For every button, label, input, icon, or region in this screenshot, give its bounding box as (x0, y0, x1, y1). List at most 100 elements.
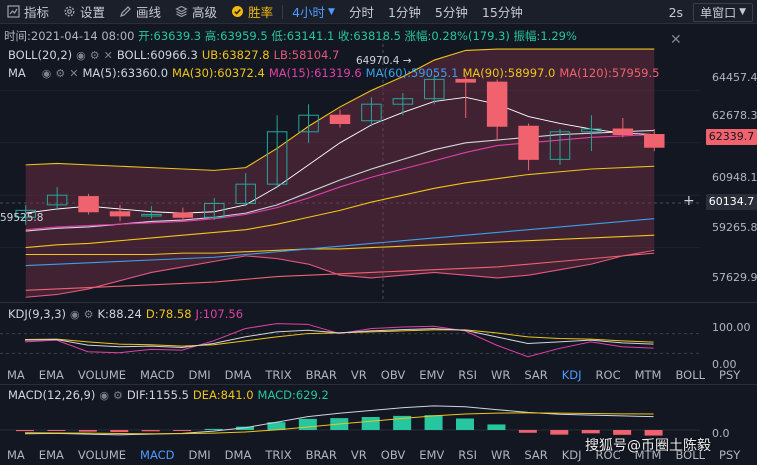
kdj-j-line (24, 323, 654, 358)
refresh-rate[interactable]: 2s (659, 5, 693, 20)
interval-option-1m[interactable]: 1分钟 (381, 0, 428, 24)
top-toolbar: 指标 设置 画线 高级 胜率 4小时 ▼ 分时 1分钟 5分钟 15分钟 2s (0, 0, 757, 24)
indicator-tab-emv[interactable]: EMV (412, 368, 451, 382)
indicator-tab-boll[interactable]: BOLL (668, 368, 712, 382)
winrate-button[interactable]: 胜率 (224, 0, 280, 24)
draw-line-button[interactable]: 画线 (112, 0, 168, 24)
watermark: 搜狐号@币圈土陈毅 (585, 438, 711, 454)
candle-body (78, 196, 99, 213)
settings-button[interactable]: 设置 (56, 0, 112, 24)
indicator-tab-ema[interactable]: EMA (32, 368, 71, 382)
info-amplitude: 振幅:1.29% (513, 29, 577, 43)
cursor-price-tag: 60134.7 (706, 194, 757, 210)
info-close: 收:63818.5 (337, 29, 401, 43)
close-icon[interactable]: ✕ (104, 49, 113, 62)
indicator-tab-ema[interactable]: EMA (32, 448, 71, 462)
macd-histogram-bar (581, 430, 600, 434)
interval-label: 5分钟 (434, 5, 468, 20)
candle-body (612, 128, 634, 136)
indicator-tab-obv[interactable]: OBV (374, 368, 412, 382)
indicator-tab-rsi[interactable]: RSI (451, 448, 484, 462)
indicator-tab-brar[interactable]: BRAR (299, 448, 344, 462)
price-axis-label: 60948.1 (712, 171, 757, 184)
interval-option-timeshare[interactable]: 分时 (342, 0, 381, 24)
price-axis-label: 59265.8 (712, 221, 757, 234)
interval-label: 1分钟 (387, 5, 421, 20)
indicator-tab-emv[interactable]: EMV (412, 448, 451, 462)
winrate-label: 胜率 (248, 5, 274, 20)
eye-icon[interactable]: ◉ (42, 67, 52, 80)
indicator-tab-volume[interactable]: VOLUME (71, 448, 133, 462)
ma120-value: MA(120):57959.5 (559, 66, 660, 80)
indicator-tab-trix[interactable]: TRIX (258, 448, 298, 462)
candle-body (486, 81, 508, 127)
indicator-tab-sar[interactable]: SAR (517, 448, 554, 462)
boll-lb-value: LB:58104.7 (273, 48, 340, 62)
macd-histogram-bar (47, 430, 66, 431)
indicator-tab-wr[interactable]: WR (484, 368, 517, 382)
boll-ub-value: UB:63827.8 (201, 48, 270, 62)
indicators-icon (7, 5, 20, 18)
indicator-tab-trix[interactable]: TRIX (258, 368, 298, 382)
interval-dropdown[interactable]: 4小时 ▼ (285, 0, 342, 24)
advanced-label: 高级 (192, 5, 218, 20)
close-icon[interactable]: ✕ (69, 67, 78, 80)
candle-body (329, 114, 351, 124)
ma-legend: MA ◉ ⚙ ✕ MA(5):63360.0 MA(30):60372.4 MA… (8, 66, 663, 80)
indicator-tab-dmi[interactable]: DMI (182, 448, 218, 462)
indicator-tab-macd[interactable]: MACD (133, 368, 181, 382)
macd-histogram-bar (550, 430, 569, 435)
gear-icon[interactable]: ⚙ (90, 49, 100, 62)
indicator-tab-psy[interactable]: PSY (712, 448, 747, 462)
indicator-tab-mtm[interactable]: MTM (628, 368, 669, 382)
indicator-tab-wr[interactable]: WR (484, 448, 517, 462)
kdj-axis-label: 100.00 (712, 321, 751, 334)
info-open: 开:63639.3 (138, 29, 202, 43)
info-high: 高:63959.5 (204, 29, 268, 43)
indicator-tab-vr[interactable]: VR (344, 368, 374, 382)
ma15-value: MA(15):61319.6 (268, 66, 362, 80)
interval-label: 15分钟 (481, 5, 523, 20)
plus-icon[interactable]: + (683, 193, 695, 209)
macd-histogram-bar (110, 430, 129, 433)
interval-label: 分时 (348, 5, 374, 20)
price-axis-label: 64457.4 (712, 71, 757, 84)
indicator-tab-vr[interactable]: VR (344, 448, 374, 462)
macd-histogram-bar (173, 430, 192, 431)
kdj-chart[interactable] (0, 318, 757, 364)
indicator-tab-kdj[interactable]: KDJ (555, 368, 589, 382)
interval-option-15m[interactable]: 15分钟 (475, 0, 530, 24)
eye-icon[interactable]: ◉ (76, 49, 86, 62)
indicator-tab-dma[interactable]: DMA (218, 448, 259, 462)
indicator-tab-rsi[interactable]: RSI (451, 368, 484, 382)
indicator-tab-sar[interactable]: SAR (517, 368, 554, 382)
ma30-value: MA(30):60372.4 (172, 66, 265, 80)
indicator-tab-dmi[interactable]: DMI (182, 368, 218, 382)
indicator-tab-ma[interactable]: MA (0, 368, 32, 382)
winrate-icon (232, 6, 244, 17)
close-icon[interactable]: ✕ (670, 33, 686, 49)
window-mode-dropdown[interactable]: 单窗口 ▼ (693, 2, 753, 22)
indicator-tab-brar[interactable]: BRAR (299, 368, 344, 382)
gear-icon[interactable]: ⚙ (55, 67, 65, 80)
macd-histogram-bar (518, 430, 537, 433)
indicators-button[interactable]: 指标 (0, 0, 56, 24)
boll-mid-value: BOLL:60966.3 (116, 48, 198, 62)
ma-legend-name: MA (8, 66, 26, 80)
interval-option-5m[interactable]: 5分钟 (428, 0, 475, 24)
macd-histogram-bar (78, 430, 97, 432)
boll-legend: BOLL(20,2) ◉ ⚙ ✕ BOLL:60966.3 UB:63827.8… (8, 48, 343, 62)
indicator-tab-ma[interactable]: MA (0, 448, 32, 462)
indicator-tab-obv[interactable]: OBV (374, 448, 412, 462)
draw-line-label: 画线 (136, 5, 162, 20)
indicator-tab-roc[interactable]: ROC (589, 368, 628, 382)
indicator-tab-psy[interactable]: PSY (712, 368, 747, 382)
pane-divider (0, 384, 757, 385)
layers-icon (175, 5, 188, 18)
indicator-tab-dma[interactable]: DMA (218, 368, 259, 382)
advanced-button[interactable]: 高级 (168, 0, 224, 24)
pencil-icon (120, 6, 131, 17)
indicator-tab-macd[interactable]: MACD (133, 448, 181, 462)
indicator-tab-kdj[interactable]: KDJ (555, 448, 589, 462)
indicator-tab-volume[interactable]: VOLUME (71, 368, 133, 382)
